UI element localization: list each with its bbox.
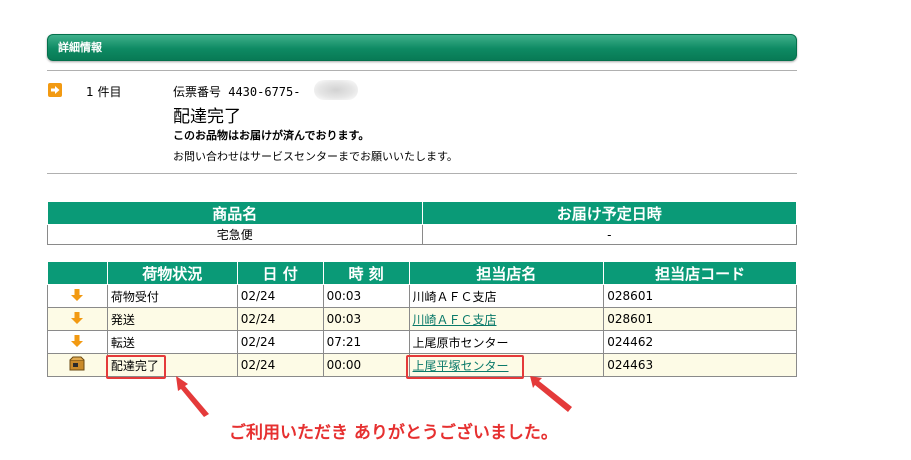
callout-arrows bbox=[176, 376, 572, 417]
callout-arrow-left bbox=[176, 376, 209, 417]
thanks-annotation: ご利用いただき ありがとうございました。 bbox=[229, 423, 558, 443]
callout-arrow-right bbox=[530, 376, 572, 412]
